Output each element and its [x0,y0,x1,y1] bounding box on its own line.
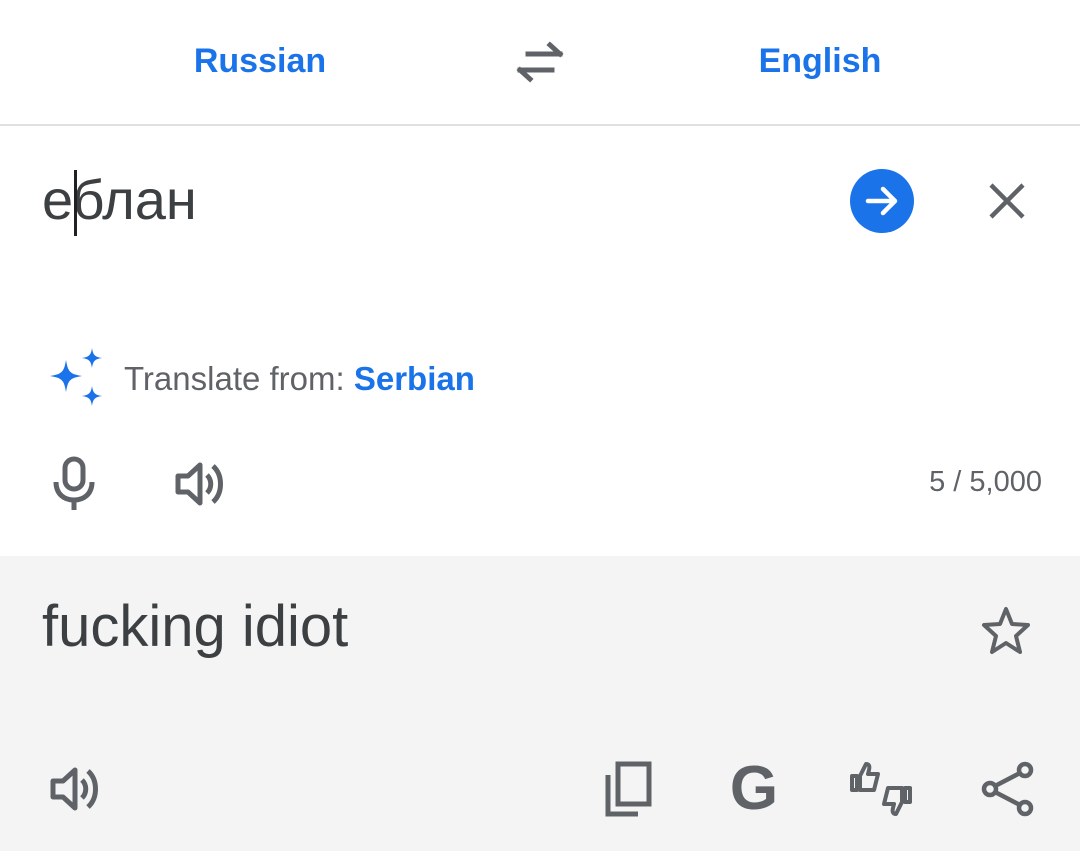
google-g-icon: G [729,754,779,823]
source-input-panel: еблан Translate from: Serbian 5 / 5,000 [0,126,1080,556]
translate-screen: Russian English еблан Translate from: Se… [0,0,1080,851]
swap-arrows-icon [516,41,564,83]
voice-input-button[interactable] [42,452,106,516]
source-text-input[interactable]: еблан [42,166,197,234]
translated-text: fucking idiot [42,594,349,659]
rate-translation-button[interactable] [848,756,914,822]
source-language-button[interactable]: Russian [140,36,380,86]
suggestion-prefix-text: Translate from: [124,360,354,397]
listen-source-button[interactable] [168,452,232,516]
text-cursor [74,170,77,236]
close-icon [989,183,1025,219]
clear-input-button[interactable] [978,172,1036,230]
save-translation-button[interactable] [976,600,1036,660]
copy-icon [605,761,652,817]
translate-submit-button[interactable] [850,169,914,233]
thumbs-up-down-icon [850,762,912,816]
star-outline-icon [982,607,1030,654]
copy-translation-button[interactable] [595,756,661,822]
google-search-button[interactable]: G [721,756,787,822]
listen-translation-button[interactable] [42,756,108,822]
speaker-icon [50,767,98,811]
share-translation-button[interactable] [975,756,1041,822]
translation-result-panel: fucking idiot G [0,556,1080,851]
translate-from-suggestion[interactable]: Translate from: Serbian [42,348,475,410]
speaker-icon [175,462,223,506]
target-language-button[interactable]: English [700,36,940,86]
arrow-forward-icon [865,186,898,216]
swap-languages-button[interactable] [505,36,575,88]
share-icon [981,761,1034,817]
sparkle-icon [50,348,102,406]
suggested-language-link[interactable]: Serbian [354,360,475,398]
character-count: 5 / 5,000 [929,466,1042,498]
language-bar: Russian English [0,0,1080,126]
microphone-icon [53,456,95,510]
